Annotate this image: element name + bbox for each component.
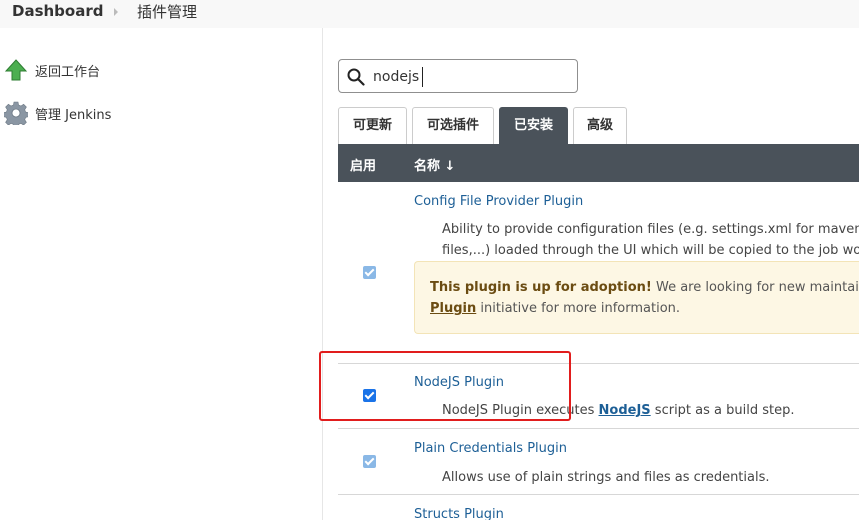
table-header: 启用 名称 ↓ xyxy=(338,144,859,182)
breadcrumb-current[interactable]: 插件管理 xyxy=(137,1,197,22)
plugin-name-link[interactable]: NodeJS Plugin xyxy=(414,375,504,390)
sidebar-item-manage-jenkins[interactable]: 管理 Jenkins xyxy=(3,101,112,128)
adoption-notice-title: This plugin is up for adoption! xyxy=(430,280,652,295)
sidebar-item-label: 管理 Jenkins xyxy=(35,107,112,123)
search-input[interactable] xyxy=(373,66,568,88)
tab-advanced[interactable]: 高级 xyxy=(573,107,627,144)
breadcrumb-dashboard-link[interactable]: Dashboard xyxy=(12,2,103,20)
gear-icon xyxy=(3,101,29,128)
column-header-enabled: 启用 xyxy=(350,159,377,174)
tab-installed[interactable]: 已安装 xyxy=(499,107,568,144)
adopt-plugin-link[interactable]: Plugin xyxy=(430,301,476,316)
enable-checkbox[interactable] xyxy=(363,266,376,279)
up-arrow-icon xyxy=(4,58,28,82)
adoption-notice-text: initiative for more information. xyxy=(476,301,681,316)
adoption-notice-text: We are looking for new maintainers. xyxy=(655,280,859,295)
breadcrumb: Dashboard 插件管理 xyxy=(0,0,859,28)
plugin-description-line: Ability to provide configuration files (… xyxy=(442,222,859,237)
plugin-search-box xyxy=(338,59,578,93)
table-row: Config File Provider Plugin Ability to p… xyxy=(338,182,859,364)
sidebar: 返回工作台 管理 Jenkins xyxy=(0,28,323,520)
text-cursor xyxy=(422,67,423,87)
plugin-name-link[interactable]: Config File Provider Plugin xyxy=(414,194,583,209)
plugin-description: Ability to provide configuration files (… xyxy=(442,219,859,261)
breadcrumb-separator-icon xyxy=(114,8,118,16)
adoption-notice: This plugin is up for adoption! We are l… xyxy=(414,261,859,334)
table-row: NodeJS Plugin NodeJS Plugin executes Nod… xyxy=(338,364,859,429)
nodejs-link[interactable]: NodeJS xyxy=(599,403,651,418)
plugin-description: NodeJS Plugin executes NodeJS script as … xyxy=(442,403,795,418)
plugin-description: Allows use of plain strings and files as… xyxy=(442,470,770,485)
enable-checkbox[interactable] xyxy=(363,455,376,468)
column-header-name-sort[interactable]: 名称 ↓ xyxy=(414,155,455,174)
plugin-name-link[interactable]: Plain Credentials Plugin xyxy=(414,441,567,456)
sidebar-item-back-to-dashboard[interactable]: 返回工作台 xyxy=(4,58,100,82)
tab-updates[interactable]: 可更新 xyxy=(338,107,407,144)
plugin-description-line: files,...) loaded through the UI which w… xyxy=(442,243,859,258)
table-row: Structs Plugin xyxy=(338,495,859,520)
enable-checkbox[interactable] xyxy=(363,389,376,402)
search-icon xyxy=(347,68,365,86)
plugin-name-link[interactable]: Structs Plugin xyxy=(414,507,504,520)
sidebar-item-label: 返回工作台 xyxy=(35,64,101,80)
tab-available[interactable]: 可选插件 xyxy=(412,107,494,144)
table-row: Plain Credentials Plugin Allows use of p… xyxy=(338,429,859,495)
